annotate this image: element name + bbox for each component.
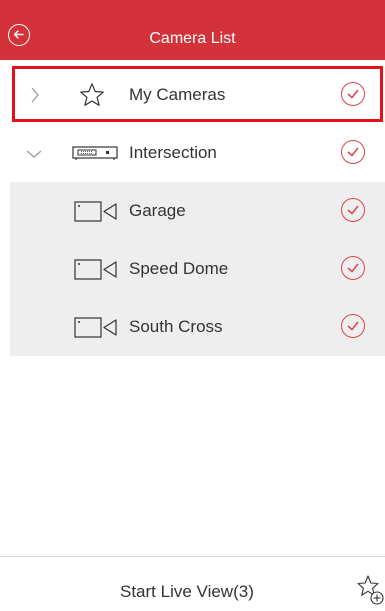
star-plus-icon[interactable] [355,573,385,607]
star-icon [80,83,104,106]
check-circle-icon[interactable] [341,82,365,106]
start-live-view-button[interactable]: Start Live View(3) [120,582,254,602]
tree-row-label: My Cameras [129,85,226,104]
tree-row-south-cross[interactable]: South Cross [0,298,385,356]
dvr-device-icon [72,146,118,160]
tree-row-label: Intersection [129,143,217,162]
tree-row-garage[interactable]: Garage [0,182,385,240]
tree-row-label: South Cross [129,317,223,336]
check-circle-icon[interactable] [341,256,365,280]
tree-row-speed-dome[interactable]: Speed Dome [0,240,385,298]
page-title: Camera List [149,30,236,47]
title-bar: Camera List [0,0,385,61]
chevron-down-icon[interactable] [25,149,43,159]
check-circle-icon[interactable] [341,198,365,222]
camera-icon [74,317,117,338]
tree-row-label: Speed Dome [129,259,229,278]
tree-row-label: Garage [129,201,186,220]
camera-icon [74,201,117,222]
check-circle-icon[interactable] [341,314,365,338]
chevron-right-icon[interactable] [30,86,40,104]
tree-row-intersection[interactable]: Intersection [0,124,385,182]
check-circle-icon[interactable] [341,140,365,164]
camera-icon [74,259,117,280]
bottom-toolbar: Start Live View(3) [0,556,385,611]
tree-row-my-cameras[interactable]: My Cameras [0,66,385,124]
